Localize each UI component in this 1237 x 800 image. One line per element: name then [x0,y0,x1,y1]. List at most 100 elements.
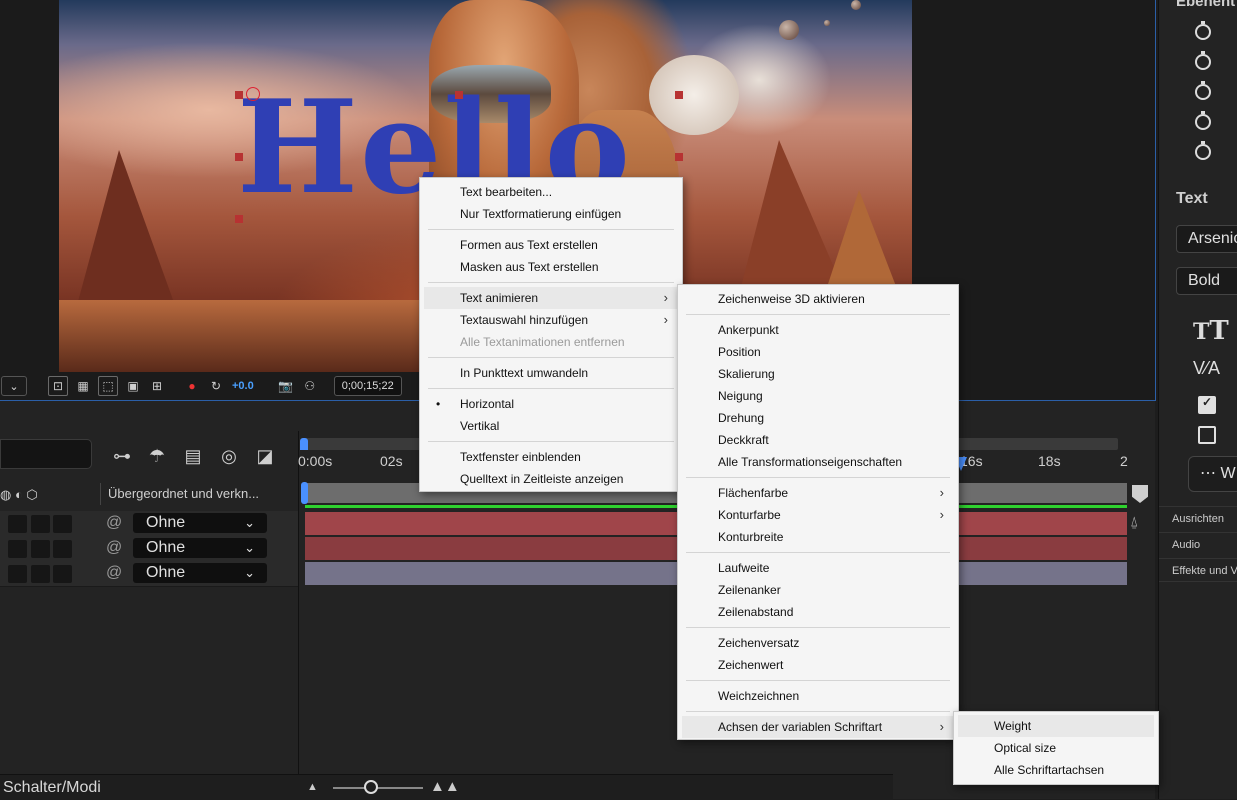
layer-switch[interactable] [53,565,72,583]
submenu-item-per-character-3d[interactable]: Zeichenweise 3D aktivieren [682,288,954,310]
submenu-item-line-anchor[interactable]: Zeilenanker [682,579,954,601]
menu-item-vertical[interactable]: Vertikal [424,415,678,437]
snapshot-camera-icon[interactable]: 📷 [277,377,295,395]
submenu-item-blur[interactable]: Weichzeichnen [682,685,954,707]
panel-tab-audio[interactable]: Audio [1159,532,1237,556]
axes-item-optical-size[interactable]: Optical size [958,737,1154,759]
comp-flowchart-icon[interactable]: ⍙ [1130,513,1138,530]
submenu-item-variable-font-axes[interactable]: Achsen der variablen Schriftart › [682,716,954,738]
motion-blur-icon[interactable]: ◎ [217,445,241,467]
panel-tab-align[interactable]: Ausrichten [1159,506,1237,530]
stopwatch-icon[interactable] [1195,111,1211,130]
submenu-item-all-transform[interactable]: Alle Transformationseigenschaften [682,451,954,473]
submenu-item-rotation[interactable]: Drehung [682,407,954,429]
submenu-item-stroke-color[interactable]: Konturfarbe › [682,504,954,526]
kerning-icon[interactable]: V⁄A [1193,358,1220,379]
layer-switch[interactable] [31,565,50,583]
checkbox-checked[interactable]: ✓ [1198,395,1216,414]
resolution-dropdown[interactable]: ⌄ [1,376,27,396]
menu-item-show-text-box[interactable]: Textfenster einblenden [424,446,678,468]
shy-layers-icon[interactable]: ☂ [145,445,169,467]
bounding-box-handle[interactable] [675,91,683,99]
work-area-start-handle[interactable] [301,482,308,504]
menu-item-create-shapes[interactable]: Formen aus Text erstellen [424,234,678,256]
font-style-dropdown[interactable]: Bold [1176,267,1237,295]
layer-row[interactable]: @ Ohne ⌄ [0,511,298,537]
zoom-in-icon[interactable]: ▲▲ [430,778,460,795]
region-of-interest-icon[interactable]: ⊡ [48,376,68,396]
menu-item-animate-text[interactable]: Text animieren › [424,287,678,309]
submenu-item-character-offset[interactable]: Zeichenversatz [682,632,954,654]
graph-flow-icon[interactable]: ⊶ [110,445,134,467]
submenu-item-skew[interactable]: Neigung [682,385,954,407]
show-snapshot-icon[interactable]: ⚇ [301,377,319,395]
reset-exposure-icon[interactable]: ↻ [207,377,225,395]
comp-marker-icon[interactable] [1132,485,1148,503]
toggle-switches-modes-button[interactable]: Schalter/Modi [3,779,101,797]
bounding-box-handle[interactable] [455,91,463,99]
submenu-item-scale[interactable]: Skalierung [682,363,954,385]
layer-switch[interactable] [8,540,27,558]
menu-item-edit-text[interactable]: Text bearbeiten... [424,181,678,203]
bounding-box-handle[interactable] [675,153,683,161]
time-navigator-start-handle[interactable] [300,438,308,450]
frame-blending-icon[interactable]: ▤ [181,445,205,467]
zoom-slider-track[interactable] [333,787,423,789]
guides-icon[interactable]: ▣ [124,377,142,395]
font-size-icon[interactable]: TT [1193,316,1229,346]
color-channels-icon[interactable]: ● [183,377,201,395]
exposure-value[interactable]: +0.0 [232,380,254,392]
parent-dropdown[interactable]: Ohne ⌄ [133,538,267,558]
stopwatch-icon[interactable] [1195,51,1211,70]
submenu-item-position[interactable]: Position [682,341,954,363]
layer-switch[interactable] [53,540,72,558]
submenu-item-anchor-point[interactable]: Ankerpunkt [682,319,954,341]
zoom-slider-thumb[interactable] [364,780,378,794]
menu-item-add-text-selector[interactable]: Textauswahl hinzufügen › [424,309,678,331]
timeline-search-input[interactable] [0,439,92,469]
layer-switch[interactable] [31,540,50,558]
grid-icon[interactable]: ⊞ [148,377,166,395]
axes-item-weight[interactable]: Weight [958,715,1154,737]
menu-item-paste-text-formatting[interactable]: Nur Textformatierung einfügen [424,203,678,225]
panel-tab-effects[interactable]: Effekte und Vo [1159,558,1237,582]
more-options-button[interactable]: ⋯ W [1188,456,1237,492]
layer-row[interactable]: @ Ohne ⌄ [0,561,298,587]
layer-switch[interactable] [53,515,72,533]
pick-whip-icon[interactable]: @ [106,539,122,557]
checkbox-unchecked[interactable] [1198,426,1216,444]
parent-link-column-header[interactable]: Übergeordnet und verkn... [100,483,298,505]
pick-whip-icon[interactable]: @ [106,564,122,582]
stopwatch-icon[interactable] [1195,141,1211,160]
submenu-item-character-value[interactable]: Zeichenwert [682,654,954,676]
layer-row[interactable]: @ Ohne ⌄ [0,536,298,562]
menu-item-create-masks[interactable]: Masken aus Text erstellen [424,256,678,278]
graph-editor-icon[interactable]: ◪ [253,445,277,467]
font-family-dropdown[interactable]: Arsenic [1176,225,1237,253]
submenu-item-fill-color[interactable]: Flächenfarbe › [682,482,954,504]
stopwatch-icon[interactable] [1195,21,1211,40]
parent-dropdown[interactable]: Ohne ⌄ [133,563,267,583]
menu-item-show-source-text[interactable]: Quelltext in Zeitleiste anzeigen [424,468,678,490]
axes-item-all-axes[interactable]: Alle Schriftartachsen [958,759,1154,781]
bounding-box-handle[interactable] [235,215,243,223]
current-time-field[interactable]: 0;00;15;22 [333,376,402,396]
transparency-grid-icon[interactable]: ▦ [74,377,92,395]
bounding-box-handle[interactable] [235,153,243,161]
submenu-item-tracking[interactable]: Laufweite [682,557,954,579]
zoom-out-icon[interactable]: ▲ [307,781,318,793]
layer-switch[interactable] [8,565,27,583]
menu-item-horizontal[interactable]: • Horizontal [424,393,678,415]
pick-whip-icon[interactable]: @ [106,514,122,532]
stopwatch-icon[interactable] [1195,81,1211,100]
submenu-item-stroke-width[interactable]: Konturbreite [682,526,954,548]
mask-path-visibility-icon[interactable]: ⬚ [98,376,118,396]
menu-item-convert-point-text[interactable]: In Punkttext umwandeln [424,362,678,384]
submenu-item-opacity[interactable]: Deckkraft [682,429,954,451]
layer-switch[interactable] [8,515,27,533]
anchor-point-icon[interactable] [246,87,260,101]
submenu-item-line-spacing[interactable]: Zeilenabstand [682,601,954,623]
parent-dropdown[interactable]: Ohne ⌄ [133,513,267,533]
layer-switch[interactable] [31,515,50,533]
bounding-box-handle[interactable] [235,91,243,99]
